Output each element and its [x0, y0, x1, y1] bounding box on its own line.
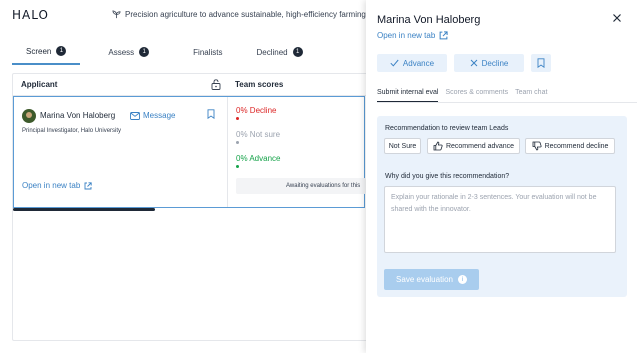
score-decline: 0% Decline	[236, 106, 277, 115]
recommend-decline-label: Recommend decline	[544, 142, 609, 150]
team-scores-column-header: Team scores	[235, 80, 284, 89]
decline-label: Decline	[481, 58, 509, 68]
panel-tabs: Submit internal eval Scores & comments T…	[377, 89, 554, 102]
tab-declined[interactable]: Declined 1	[257, 44, 303, 65]
not-sure-button[interactable]: Not Sure	[384, 138, 421, 154]
recommend-decline-button[interactable]: Recommend decline	[525, 138, 615, 154]
rationale-textarea[interactable]	[384, 186, 616, 253]
awaiting-evaluations: Awaiting evaluations for this	[236, 178, 366, 194]
open-tab-label: Open in new tab	[377, 31, 436, 40]
stage-tabs: Screen 1 Assess 1 Finalists Declined 1	[12, 44, 331, 65]
advance-label: Advance	[402, 58, 435, 68]
challenge-selector[interactable]: Precision agriculture to advance sustain…	[112, 9, 380, 19]
applicant-board: Applicant Team scores Marina Von Halober…	[12, 73, 413, 341]
applicant-role: Principal Investigator, Halo University	[22, 128, 122, 134]
tab-label: Screen	[26, 46, 52, 56]
tab-scores-comments[interactable]: Scores & comments	[445, 89, 508, 102]
thumbs-up-icon	[433, 141, 443, 151]
tabs-divider	[377, 102, 637, 103]
decline-dot	[236, 117, 239, 120]
decline-button[interactable]: Decline	[454, 54, 524, 72]
bookmark-button[interactable]	[531, 54, 551, 72]
thumbs-down-icon	[532, 141, 542, 151]
recommendation-label: Recommendation to review team Leads	[385, 125, 509, 132]
external-link-icon	[84, 181, 92, 189]
tab-label: Assess	[108, 47, 135, 57]
not-sure-label: Not Sure	[388, 142, 417, 150]
tab-count-badge: 1	[292, 47, 303, 57]
column-divider	[227, 97, 228, 207]
applicant-side-panel: Marina Von Haloberg Open in new tab Adva…	[366, 0, 637, 353]
applicant-name[interactable]: Marina Von Haloberg	[40, 111, 115, 120]
info-icon: i	[457, 275, 467, 284]
bookmark-icon	[537, 58, 545, 68]
open-tab-label: Open in new tab	[22, 181, 81, 190]
advance-dot	[236, 165, 239, 168]
evaluation-form: Recommendation to review team Leads Not …	[377, 116, 627, 297]
unlock-icon[interactable]	[211, 79, 221, 90]
message-button[interactable]: Message	[130, 111, 175, 120]
x-icon	[470, 59, 478, 67]
tab-label: Finalists	[193, 47, 223, 57]
horizontal-scrollbar[interactable]	[13, 208, 155, 211]
open-in-new-tab-link[interactable]: Open in new tab	[377, 31, 448, 40]
tab-submit-internal-eval[interactable]: Submit internal eval	[377, 89, 439, 102]
avatar	[22, 109, 36, 123]
halo-logo[interactable]: HALO	[12, 8, 49, 22]
score-not-sure: 0% Not sure	[236, 130, 281, 139]
advance-button[interactable]: Advance	[377, 54, 447, 72]
panel-title: Marina Von Haloberg	[377, 14, 481, 26]
external-link-icon	[439, 31, 448, 40]
checkmark-icon	[390, 59, 399, 67]
applicant-column-header: Applicant	[21, 80, 58, 89]
why-label: Why did you give this recommendation?	[385, 173, 510, 180]
tab-count-badge: 1	[139, 47, 150, 57]
open-in-new-tab-link[interactable]: Open in new tab	[22, 181, 92, 190]
tab-finalists[interactable]: Finalists	[193, 44, 222, 65]
recommend-advance-label: Recommend advance	[445, 142, 515, 150]
tab-team-chat[interactable]: Team chat	[515, 89, 547, 102]
challenge-title: Precision agriculture to advance sustain…	[125, 9, 366, 19]
tab-label: Declined	[256, 47, 288, 57]
not-sure-dot	[236, 141, 239, 144]
recommend-advance-button[interactable]: Recommend advance	[427, 138, 520, 154]
envelope-icon	[130, 111, 140, 120]
tab-count-badge: 1	[56, 46, 67, 56]
tab-screen[interactable]: Screen 1	[12, 44, 81, 65]
bookmark-icon[interactable]	[207, 109, 215, 119]
message-label: Message	[143, 111, 176, 120]
score-advance: 0% Advance	[236, 154, 281, 163]
sprout-icon	[112, 9, 121, 18]
applicant-row[interactable]: Marina Von Haloberg Message Principal In…	[13, 96, 366, 208]
close-icon[interactable]	[611, 12, 623, 24]
save-evaluation-label: Save evaluation	[396, 275, 453, 284]
save-evaluation-button[interactable]: Save evaluation i	[384, 269, 479, 290]
tab-assess[interactable]: Assess 1	[108, 44, 150, 65]
